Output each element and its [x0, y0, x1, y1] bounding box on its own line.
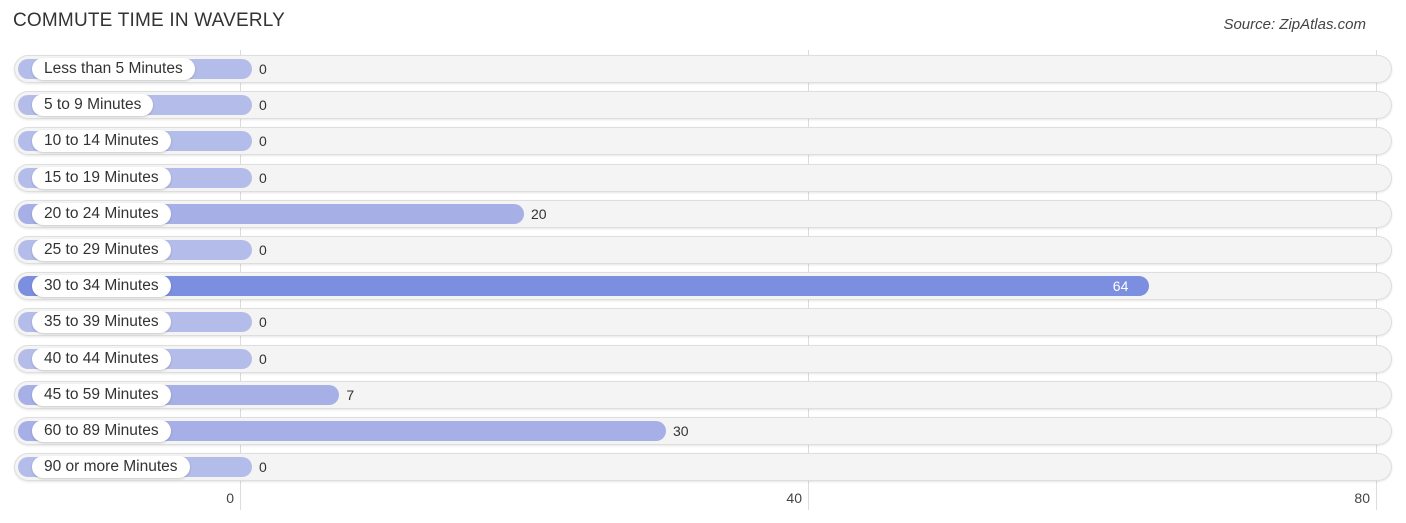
value-label: 0: [259, 350, 267, 367]
value-label: 0: [259, 459, 267, 476]
x-tick-label: 80: [1354, 490, 1370, 506]
category-label: 5 to 9 Minutes: [32, 94, 154, 117]
value-label: 0: [259, 133, 267, 150]
value-label: 0: [259, 61, 267, 77]
value-label: 64: [1112, 278, 1129, 295]
category-label: 15 to 19 Minutes: [32, 166, 171, 189]
value-label: 0: [259, 314, 267, 331]
category-label: 25 to 29 Minutes: [32, 239, 171, 261]
bar[interactable]: [18, 276, 1149, 297]
value-label: 7: [346, 386, 355, 403]
category-label: 30 to 34 Minutes: [32, 275, 171, 298]
x-tick-label: 40: [786, 490, 802, 506]
value-label: 20: [531, 205, 547, 222]
category-label: 90 or more Minutes: [32, 456, 190, 479]
value-label: 0: [259, 169, 267, 186]
category-label: 10 to 14 Minutes: [32, 130, 171, 153]
value-label: 30: [673, 423, 689, 439]
value-label: 0: [259, 242, 267, 258]
category-label: 40 to 44 Minutes: [32, 347, 171, 370]
category-label: Less than 5 Minutes: [32, 58, 195, 80]
category-label: 35 to 39 Minutes: [32, 311, 171, 334]
category-label: 45 to 59 Minutes: [32, 383, 171, 406]
category-label: 20 to 24 Minutes: [32, 202, 171, 225]
x-tick-label: 0: [226, 490, 234, 506]
value-label: 0: [259, 97, 267, 114]
category-label: 60 to 89 Minutes: [32, 420, 171, 442]
chart-title: COMMUTE TIME IN WAVERLY: [13, 10, 286, 31]
source-label: Source: ZipAtlas.com: [1223, 16, 1366, 33]
